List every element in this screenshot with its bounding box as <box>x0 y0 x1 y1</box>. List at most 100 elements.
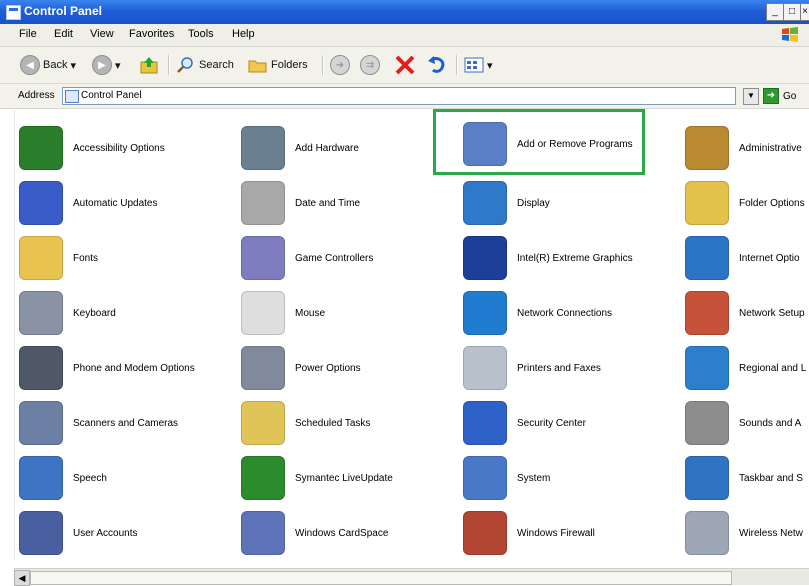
undo-button[interactable] <box>426 54 448 76</box>
item-network-connections[interactable]: Network Connections <box>463 291 673 335</box>
search-button[interactable]: Search <box>176 54 234 76</box>
item-windows-cardspace[interactable]: Windows CardSpace <box>241 511 451 555</box>
toolbar: ◀ Back ▾ ▶ ▾ Search Folders ➜ ⇉ ▾ <box>0 47 809 84</box>
go-arrow-icon: ➜ <box>763 88 779 104</box>
item-automatic-updates[interactable]: Automatic Updates <box>19 181 229 225</box>
symantec-liveupdate-icon <box>241 456 285 500</box>
item-add-hardware[interactable]: Add Hardware <box>241 126 451 170</box>
phone-modem-icon <box>19 346 63 390</box>
copy-to-button[interactable]: ⇉ <box>360 54 380 76</box>
item-symantec-liveupdate[interactable]: Symantec LiveUpdate <box>241 456 451 500</box>
minimize-button[interactable]: _ <box>766 3 784 21</box>
item-security-center[interactable]: Security Center <box>463 401 673 445</box>
views-button[interactable]: ▾ <box>464 54 493 76</box>
windows-logo-icon <box>781 27 799 43</box>
item-accessibility-options[interactable]: Accessibility Options <box>19 126 229 170</box>
item-administrative-tools[interactable]: Administrative <box>685 126 809 170</box>
up-folder-button[interactable] <box>139 54 159 76</box>
move-to-button[interactable]: ➜ <box>330 54 350 76</box>
folders-label: Folders <box>271 59 308 71</box>
item-system[interactable]: System <box>463 456 673 500</box>
go-button[interactable]: ➜ Go <box>763 88 796 104</box>
item-label: Mouse <box>295 307 326 319</box>
item-label: Add Hardware <box>295 142 359 154</box>
item-user-accounts[interactable]: User Accounts <box>19 511 229 555</box>
address-bar: Address Control Panel ▼ ➜ Go <box>0 84 809 109</box>
item-label: Regional and L <box>739 362 807 374</box>
item-label: Folder Options <box>739 197 805 209</box>
item-phone-and-modem-options[interactable]: Phone and Modem Options <box>19 346 229 390</box>
copy-to-icon: ⇉ <box>360 55 380 75</box>
item-label: Fonts <box>73 252 99 264</box>
item-label: Windows CardSpace <box>295 527 389 539</box>
item-label: Automatic Updates <box>73 197 158 209</box>
administrative-tools-icon <box>685 126 729 170</box>
delete-button[interactable] <box>394 54 416 76</box>
address-dropdown-button[interactable]: ▼ <box>743 88 759 105</box>
item-scheduled-tasks[interactable]: Scheduled Tasks <box>241 401 451 445</box>
item-label: Scheduled Tasks <box>295 417 371 429</box>
item-mouse[interactable]: Mouse <box>241 291 451 335</box>
game-controllers-icon <box>241 236 285 280</box>
network-setup-icon <box>685 291 729 335</box>
user-accounts-icon <box>19 511 63 555</box>
close-button[interactable]: × <box>800 3 809 21</box>
item-keyboard[interactable]: Keyboard <box>19 291 229 335</box>
item-label: Power Options <box>295 362 361 374</box>
taskbar-startmenu-icon <box>685 456 729 500</box>
toolbar-separator <box>168 55 170 75</box>
address-input[interactable]: Control Panel <box>62 87 736 105</box>
item-sounds-and-audio[interactable]: Sounds and A <box>685 401 809 445</box>
scrollbar-thumb[interactable] <box>30 571 732 585</box>
item-label: Network Setup <box>739 307 805 319</box>
maximize-button[interactable]: □ <box>783 3 801 21</box>
item-fonts[interactable]: Fonts <box>19 236 229 280</box>
item-regional-and-language[interactable]: Regional and L <box>685 346 809 390</box>
menu-view[interactable]: View <box>90 28 114 40</box>
toolbar-separator <box>456 55 458 75</box>
item-scanners-and-cameras[interactable]: Scanners and Cameras <box>19 401 229 445</box>
scanners-cameras-icon <box>19 401 63 445</box>
item-label: Keyboard <box>73 307 116 319</box>
folders-button[interactable]: Folders <box>248 54 308 76</box>
item-speech[interactable]: Speech <box>19 456 229 500</box>
menu-file[interactable]: File <box>19 28 37 40</box>
accessibility-icon <box>19 126 63 170</box>
item-label: Wireless Netw <box>739 527 803 539</box>
menu-favorites[interactable]: Favorites <box>129 28 174 40</box>
item-folder-options[interactable]: Folder Options <box>685 181 809 225</box>
item-intel-extreme-graphics[interactable]: Intel(R) Extreme Graphics <box>463 236 673 280</box>
back-button[interactable]: ◀ Back ▾ <box>20 54 76 76</box>
scroll-left-icon[interactable]: ◀ <box>14 570 30 586</box>
control-panel-items: Accessibility Options Add Hardware Add o… <box>14 110 809 560</box>
item-printers-and-faxes[interactable]: Printers and Faxes <box>463 346 673 390</box>
item-label: Sounds and A <box>739 417 802 429</box>
control-panel-small-icon <box>65 90 79 103</box>
search-label: Search <box>199 59 234 71</box>
windows-firewall-icon <box>463 511 507 555</box>
fonts-icon <box>19 236 63 280</box>
automatic-updates-icon <box>19 181 63 225</box>
item-taskbar-and-start-menu[interactable]: Taskbar and S <box>685 456 809 500</box>
title-bar: Control Panel _ □ × <box>0 0 809 24</box>
item-internet-options[interactable]: Internet Optio <box>685 236 809 280</box>
item-game-controllers[interactable]: Game Controllers <box>241 236 451 280</box>
menu-bar: File Edit View Favorites Tools Help <box>0 24 809 47</box>
views-dropdown-icon: ▾ <box>487 59 493 72</box>
scheduled-tasks-icon <box>241 401 285 445</box>
menu-help[interactable]: Help <box>232 28 255 40</box>
forward-button[interactable]: ▶ ▾ <box>92 54 121 76</box>
intel-graphics-icon <box>463 236 507 280</box>
menu-edit[interactable]: Edit <box>54 28 73 40</box>
item-network-setup[interactable]: Network Setup <box>685 291 809 335</box>
item-date-and-time[interactable]: Date and Time <box>241 181 451 225</box>
item-power-options[interactable]: Power Options <box>241 346 451 390</box>
item-windows-firewall[interactable]: Windows Firewall <box>463 511 673 555</box>
menu-tools[interactable]: Tools <box>188 28 214 40</box>
item-label: Scanners and Cameras <box>73 417 179 429</box>
windows-cardspace-icon <box>241 511 285 555</box>
item-display[interactable]: Display <box>463 181 673 225</box>
item-wireless-network-setup[interactable]: Wireless Netw <box>685 511 809 555</box>
internet-options-icon <box>685 236 729 280</box>
horizontal-scrollbar[interactable]: ◀ <box>14 568 809 586</box>
